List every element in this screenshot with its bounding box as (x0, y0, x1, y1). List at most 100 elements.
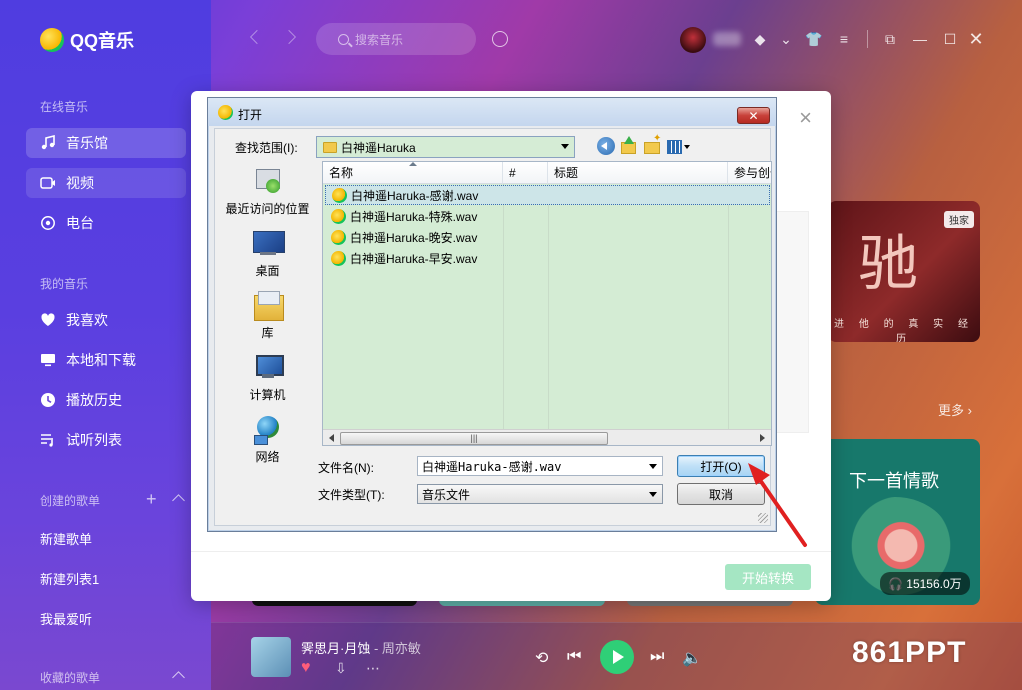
sidebar-item-radio[interactable]: 电台 (26, 208, 186, 238)
sidebar-item-video[interactable]: 视频 (26, 168, 186, 198)
app-logo-text: QQ音乐 (70, 31, 135, 51)
dialog-close-button[interactable]: ✕ (737, 107, 770, 124)
video-icon (40, 175, 56, 191)
search-input[interactable]: 搜索音乐 (316, 23, 476, 55)
playlist-item[interactable]: 新建歌单 (40, 529, 92, 548)
album-cover[interactable] (251, 637, 291, 677)
qq-music-logo-icon (40, 28, 64, 52)
history-icon (40, 392, 56, 408)
file-name: 白神遥Haruka-感谢.wav (351, 188, 479, 203)
maximize-icon[interactable]: ☐ (941, 30, 959, 48)
playlist-item[interactable]: 新建列表1 (40, 569, 99, 588)
horizontal-scrollbar[interactable]: ||| (323, 429, 771, 445)
place-computer[interactable]: 计算机 (220, 353, 315, 403)
dialog-titlebar[interactable]: 打开 ✕ (208, 98, 776, 126)
loop-mode-icon[interactable]: ⟲ (535, 648, 548, 668)
album-card-chi[interactable]: 独家 驰 进 他 的 真 实 经 历 (828, 201, 980, 342)
song-info[interactable]: 霁思月·月蚀 - 周亦敏 (301, 638, 421, 657)
menu-icon[interactable]: ≡ (835, 30, 853, 48)
sort-ascending-icon (409, 162, 417, 166)
app-logo[interactable]: QQ音乐 (40, 27, 134, 53)
filetype-label: 文件类型(T): (318, 488, 385, 502)
song-artist[interactable]: 周亦敏 (382, 641, 421, 656)
sidebar-item-label: 播放历史 (66, 392, 122, 408)
sidebar-item-label: 视频 (66, 175, 94, 191)
playlist-item[interactable]: 我最爱听 (40, 609, 92, 628)
more-options-icon[interactable]: ⋯ (366, 660, 380, 677)
column-header-name[interactable]: 名称 (323, 162, 503, 184)
chevron-down-icon[interactable] (646, 461, 660, 473)
volume-icon[interactable]: 🔈 (682, 648, 702, 668)
place-libraries[interactable]: 库 (220, 291, 315, 341)
column-header-contributing-artists[interactable]: 参与创作 (728, 162, 771, 184)
chevron-down-icon[interactable]: ⌄ (777, 30, 795, 48)
place-label: 网络 (255, 450, 280, 464)
playlist-card-next-love-song[interactable]: 下一首情歌 🎧 15156.0万 (815, 439, 980, 605)
diamond-vip-icon[interactable]: ◆ (751, 30, 769, 48)
sidebar-item-label: 本地和下载 (66, 352, 136, 368)
avatar[interactable] (680, 27, 706, 53)
look-in-label: 查找范围(I): (235, 141, 298, 155)
file-list[interactable]: 名称 # 标题 参与创作 白神遥Haruka-感谢.wav 白神遥Haruka-… (322, 161, 772, 446)
up-one-level-icon[interactable] (619, 136, 637, 155)
close-icon[interactable]: ✕ (967, 29, 985, 49)
next-track-icon[interactable]: ⏭ (650, 648, 664, 666)
sidebar-item-trial-list[interactable]: 试听列表 (26, 425, 186, 455)
scroll-left-icon[interactable] (329, 434, 334, 442)
audio-file-icon (331, 250, 346, 266)
minimize-icon[interactable]: — (911, 30, 929, 48)
file-name: 白神遥Haruka-特殊.wav (350, 209, 478, 224)
voice-search-icon[interactable] (492, 31, 508, 47)
audio-file-icon (331, 229, 346, 245)
place-recent[interactable]: 最近访问的位置 (220, 167, 315, 217)
download-icon[interactable]: ⇩ (335, 660, 347, 677)
libraries-icon (252, 291, 284, 321)
sidebar-item-local-downloads[interactable]: 本地和下载 (26, 345, 186, 375)
column-header-label: 名称 (329, 166, 354, 180)
sidebar-item-favorites[interactable]: 我喜欢 (26, 305, 186, 335)
start-convert-button[interactable]: 开始转换 (725, 564, 811, 590)
back-icon[interactable] (597, 137, 615, 155)
place-desktop[interactable]: 桌面 (220, 229, 315, 279)
file-name: 白神遥Haruka-晚安.wav (350, 230, 478, 245)
collapse-created-icon[interactable] (172, 494, 185, 507)
like-heart-icon[interactable]: ♥ (301, 659, 311, 677)
file-row[interactable]: 白神遥Haruka-特殊.wav (325, 206, 770, 226)
place-network[interactable]: 网络 (220, 415, 315, 465)
place-label: 计算机 (249, 388, 286, 402)
file-row[interactable]: 白神遥Haruka-早安.wav (325, 248, 770, 268)
new-folder-icon[interactable] (643, 133, 661, 155)
audio-file-icon (331, 208, 346, 224)
view-menu-icon[interactable] (667, 137, 693, 155)
chevron-down-icon[interactable] (558, 141, 572, 153)
filename-field[interactable]: 白神遥Haruka-感谢.wav (417, 456, 663, 476)
modal-close-icon[interactable]: × (799, 107, 812, 129)
sidebar-item-music-hall[interactable]: 音乐馆 (26, 128, 186, 158)
scroll-right-icon[interactable] (760, 434, 765, 442)
song-title: 霁思月·月蚀 (301, 641, 371, 656)
collapse-collected-icon[interactable] (172, 671, 185, 684)
add-playlist-icon[interactable]: + (146, 489, 157, 510)
qq-music-app-icon (218, 105, 233, 120)
more-link[interactable]: 更多 › (938, 400, 972, 419)
album-card-subtitle: 进 他 的 真 实 经 历 (834, 319, 974, 342)
file-row[interactable]: 白神遥Haruka-晚安.wav (325, 227, 770, 247)
folder-icon (323, 141, 337, 153)
skin-shirt-icon[interactable]: 👕 (805, 30, 823, 48)
playlist-card-title: 下一首情歌 (849, 471, 939, 491)
places-bar: 最近访问的位置 桌面 库 计算机 网络 (220, 161, 315, 520)
place-label: 最近访问的位置 (225, 202, 310, 216)
look-in-dropdown[interactable]: 白神遥Haruka (316, 136, 575, 158)
sidebar-item-history[interactable]: 播放历史 (26, 385, 186, 415)
mini-mode-icon[interactable]: ⧉ (881, 30, 899, 48)
chevron-down-icon[interactable] (646, 489, 660, 501)
scrollbar-thumb[interactable]: ||| (340, 432, 608, 445)
username-blurred[interactable] (713, 32, 741, 46)
column-header-title[interactable]: 标题 (548, 162, 728, 184)
column-header-track[interactable]: # (503, 162, 548, 184)
filetype-dropdown[interactable]: 音乐文件 (417, 484, 663, 504)
file-row[interactable]: 白神遥Haruka-感谢.wav (325, 185, 770, 205)
look-in-value: 白神遥Haruka (341, 140, 416, 155)
play-button[interactable] (600, 640, 634, 674)
previous-track-icon[interactable]: ⏮ (567, 648, 581, 666)
